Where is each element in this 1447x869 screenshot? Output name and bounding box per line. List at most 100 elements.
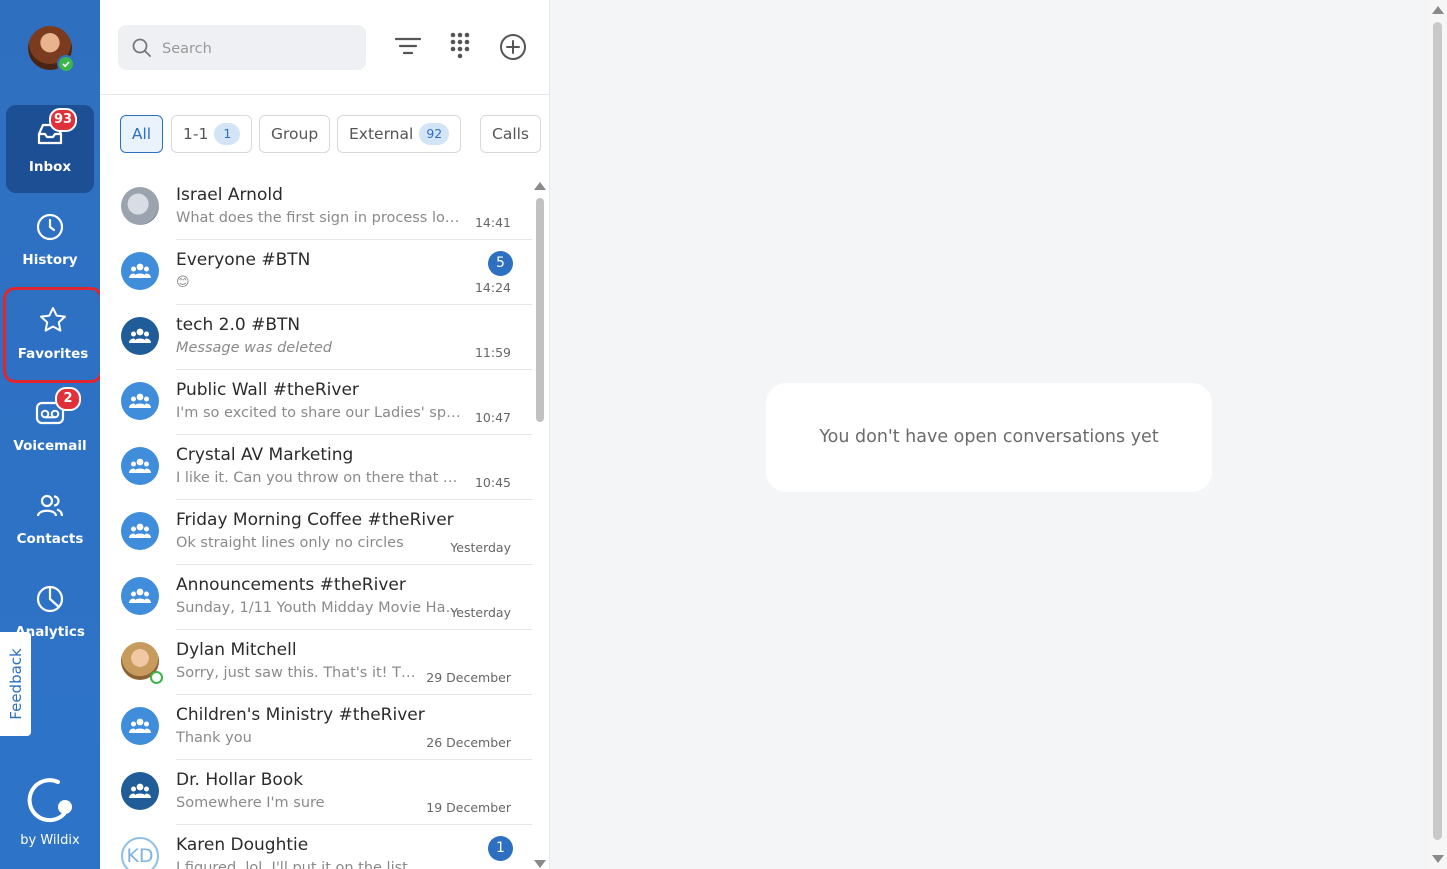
filter-all[interactable]: All [120,115,163,153]
conversation-time: 10:47 [474,410,511,425]
conversation-preview: Sorry, just saw this. That's it! Thanks [176,665,416,681]
conversation-row[interactable]: Dylan Mitchell Sorry, just saw this. Tha… [100,630,532,695]
dialpad-icon[interactable] [446,31,474,59]
conversation-time: 26 December [426,735,511,750]
filter-calls[interactable]: Calls [480,115,542,153]
conversation-time: 19 December [426,800,511,815]
group-icon [129,523,151,538]
nav-history[interactable]: History [6,198,94,286]
filter-all-label: All [131,125,152,143]
user-avatar[interactable] [28,26,75,73]
wildix-logo-icon [27,778,72,823]
filter-one-to-one-label: 1-1 [183,125,209,143]
conversation-row[interactable]: Friday Morning Coffee #theRiver Ok strai… [100,500,532,565]
empty-state-message: You don't have open conversations yet [819,427,1159,447]
unread-count-badge: 1 [488,836,513,861]
group-avatar [121,382,159,420]
group-avatar [121,577,159,615]
empty-state-card: You don't have open conversations yet [766,383,1212,492]
conversation-preview: 😊 [176,275,190,290]
unread-count-badge: 5 [488,251,513,276]
nav-voicemail-label: Voicemail [13,438,87,454]
conversation-name: Announcements #theRiver [176,575,406,595]
presence-available-icon [57,55,75,73]
conversation-row[interactable]: KD Karen Doughtie I figured, lol. I'll p… [100,825,532,869]
list-scrollbar-thumb[interactable] [536,198,544,422]
conversation-time: Yesterday [450,605,511,620]
page-scroll-down-icon[interactable] [1432,855,1444,863]
conversation-time: 14:24 [474,280,511,295]
nav-contacts-label: Contacts [16,531,84,547]
conversation-preview: Ok straight lines only no circles [176,535,404,551]
avatar [121,187,159,225]
conversation-name: Everyone #BTN [176,250,311,270]
group-icon [129,328,151,343]
conversation-preview: Sunday, 1/11 Youth Midday Movie Hangout [176,600,466,616]
page-scrollbar-thumb[interactable] [1433,22,1442,840]
conversation-name: Karen Doughtie [176,835,309,855]
pie-chart-icon [36,585,64,613]
nav-inbox-label: Inbox [28,159,72,175]
filter-one-to-one[interactable]: 1-1 1 [171,115,253,153]
group-icon [129,393,151,408]
conversation-time: 29 December [426,670,511,685]
inbox-unread-badge: 93 [49,108,78,132]
nav-favorites-label: Favorites [17,346,89,362]
clock-icon [36,213,64,241]
initials-avatar: KD [121,837,159,869]
conversation-preview: Message was deleted [176,340,332,356]
main-navigation: 93 Inbox History Favorites 2 Voicemail C… [0,0,103,869]
conversation-name: Dylan Mitchell [176,640,297,660]
filter-calls-label: Calls [492,125,530,143]
conversation-row[interactable]: tech 2.0 #BTN Message was deleted 11:59 [100,305,532,370]
conversation-preview: I like it. Can you throw on there that C… [176,470,466,486]
filter-external[interactable]: External 92 [337,115,462,153]
conversation-area: You don't have open conversations yet [550,0,1428,869]
filter-group[interactable]: Group [259,115,331,153]
conversation-name: Israel Arnold [176,185,283,205]
search-box[interactable] [118,25,366,72]
nav-voicemail[interactable]: 2 Voicemail [6,384,94,472]
filter-external-count: 92 [419,122,450,145]
nav-favorites[interactable]: Favorites [3,287,103,383]
conversation-preview: I figured, lol. I'll put it on the list [176,860,408,869]
nav-inbox[interactable]: 93 Inbox [6,105,94,193]
nav-contacts[interactable]: Contacts [6,477,94,565]
group-avatar [121,447,159,485]
group-avatar [121,252,159,290]
conversation-time: 14:41 [474,215,511,230]
conversation-row[interactable]: Public Wall #theRiver I'm so excited to … [100,370,532,435]
group-avatar [121,317,159,355]
conversation-name: Crystal AV Marketing [176,445,354,465]
conversation-list-panel: All 1-1 1 Group External 92 Calls Israel A… [100,0,571,869]
conversation-row[interactable]: Everyone #BTN 😊 5 14:24 [100,240,532,305]
feedback-tab[interactable]: Feedback [0,632,31,736]
list-scroll-down-icon[interactable] [534,860,546,868]
filter-one-to-one-count: 1 [214,122,241,145]
online-status-icon [150,671,163,684]
group-icon [129,458,151,473]
nav-history-label: History [22,252,78,268]
search-input[interactable] [160,25,354,72]
conversation-row[interactable]: Dr. Hollar Book Somewhere I'm sure 19 De… [100,760,532,825]
star-icon [40,307,66,332]
filter-icon[interactable] [394,33,422,61]
page-scroll-up-icon[interactable] [1432,6,1444,14]
conversation-preview: Thank you [176,730,252,746]
conversation-name: Public Wall #theRiver [176,380,359,400]
conversation-row[interactable]: Children's Ministry #theRiver Thank you … [100,695,532,760]
group-icon [129,588,151,603]
voicemail-badge: 2 [55,387,81,411]
conversation-row[interactable]: Announcements #theRiver Sunday, 1/11 You… [100,565,532,630]
group-icon [129,718,151,733]
list-scroll-up-icon[interactable] [534,182,546,190]
conversation-preview: Somewhere I'm sure [176,795,325,811]
conversation-row[interactable]: Israel Arnold What does the first sign i… [100,175,532,240]
conversation-name: Children's Ministry #theRiver [176,705,425,725]
group-avatar [121,512,159,550]
filter-external-label: External [349,125,414,143]
conversation-row[interactable]: Crystal AV Marketing I like it. Can you … [100,435,532,500]
conversation-preview: I'm so excited to share our Ladies' spri… [176,405,466,421]
contacts-icon [36,494,64,517]
new-conversation-icon[interactable] [499,33,527,61]
